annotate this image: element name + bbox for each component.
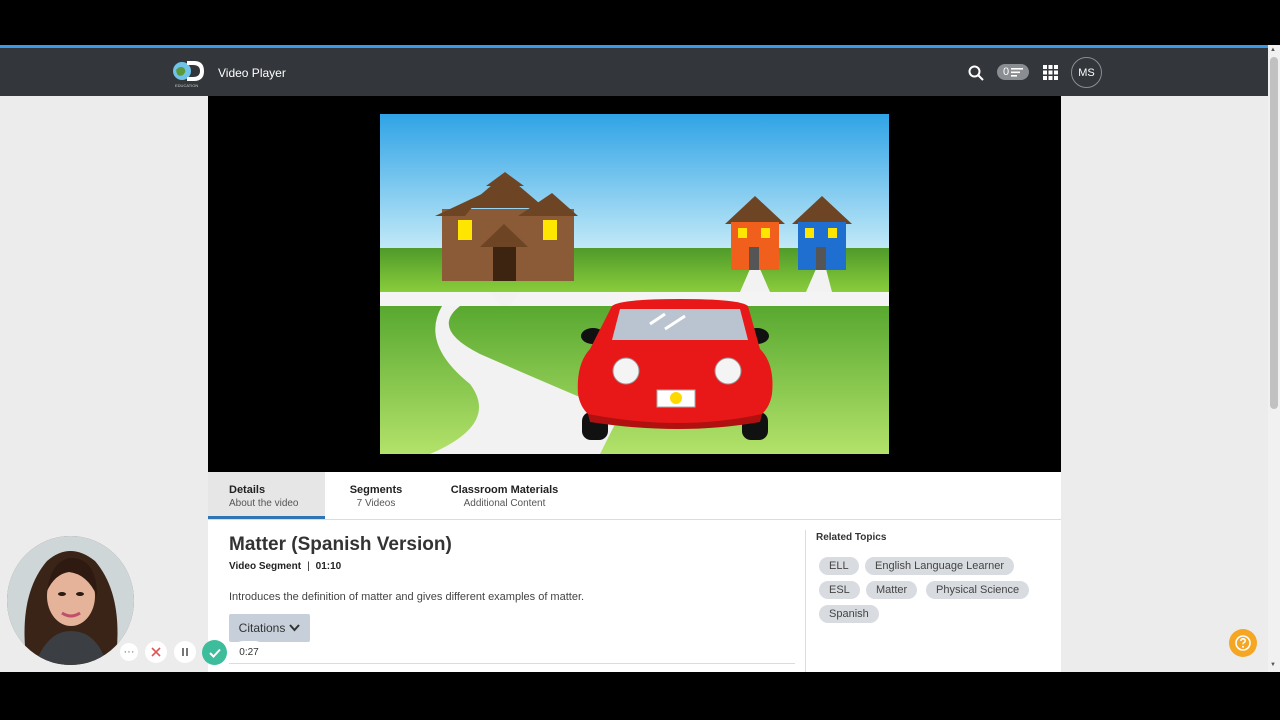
screen: EDUCATION Video Player 0 MS ▲ ▼ Details … bbox=[0, 0, 1280, 720]
scroll-down-icon[interactable]: ▼ bbox=[1270, 662, 1276, 668]
citations-label: Citations bbox=[238, 621, 286, 635]
topic-chip-spanish[interactable]: Spanish bbox=[819, 605, 879, 623]
more-options-button[interactable]: ··· bbox=[120, 643, 138, 661]
playlist-count: 0 bbox=[1002, 66, 1010, 78]
topic-chip-english-language-learner[interactable]: English Language Learner bbox=[865, 557, 1015, 575]
pause-recording-button[interactable] bbox=[174, 641, 196, 663]
tab-sublabel: About the video bbox=[229, 498, 299, 509]
apps-grid-icon[interactable] bbox=[1043, 65, 1058, 80]
cancel-recording-button[interactable] bbox=[145, 641, 167, 663]
svg-text:EDUCATION: EDUCATION bbox=[175, 83, 198, 88]
video-meta: Video Segment | 01:10 bbox=[229, 561, 341, 572]
tab-label: Classroom Materials bbox=[450, 484, 559, 496]
check-icon bbox=[208, 648, 221, 658]
close-icon bbox=[151, 647, 161, 657]
search-icon[interactable] bbox=[967, 64, 985, 82]
tabs-divider bbox=[208, 519, 1061, 520]
vertical-divider bbox=[805, 530, 806, 672]
question-icon bbox=[1235, 635, 1251, 651]
chevron-down-icon bbox=[289, 624, 301, 632]
user-avatar-button[interactable]: MS bbox=[1071, 57, 1102, 88]
video-title: Matter (Spanish Version) bbox=[229, 534, 452, 555]
meta-separator: | bbox=[307, 561, 310, 572]
pause-icon bbox=[182, 648, 188, 656]
recording-timer: 0:27 bbox=[232, 641, 266, 663]
citations-button[interactable]: Citations bbox=[229, 614, 310, 642]
video-frame[interactable] bbox=[380, 114, 889, 454]
help-button[interactable] bbox=[1229, 629, 1257, 657]
tab-sublabel: Additional Content bbox=[463, 498, 546, 509]
tab-details[interactable]: Details About the video bbox=[208, 472, 325, 520]
finish-recording-button[interactable] bbox=[202, 640, 227, 665]
tab-sublabel: 7 Videos bbox=[356, 498, 396, 509]
section-divider bbox=[229, 663, 795, 664]
playlist-button[interactable]: 0 bbox=[997, 64, 1029, 80]
discovery-education-logo[interactable]: EDUCATION bbox=[171, 58, 209, 88]
video-type: Video Segment bbox=[229, 561, 302, 572]
scroll-up-icon[interactable]: ▲ bbox=[1270, 47, 1276, 53]
topic-chip-physical-science[interactable]: Physical Science bbox=[926, 581, 1030, 599]
list-icon bbox=[1011, 67, 1024, 77]
topic-chip-esl[interactable]: ESL bbox=[819, 581, 860, 599]
tab-label: Segments bbox=[349, 484, 403, 496]
topic-chip-matter[interactable]: Matter bbox=[866, 581, 918, 599]
webcam-overlay bbox=[7, 536, 134, 665]
tab-label: Details bbox=[229, 484, 266, 496]
cartoon-scene-illustration bbox=[380, 114, 889, 454]
tab-classroom-materials[interactable]: Classroom Materials Additional Content bbox=[437, 472, 572, 520]
video-description: Introduces the definition of matter and … bbox=[229, 591, 585, 603]
topic-chip-ell[interactable]: ELL bbox=[819, 557, 859, 575]
related-topics-heading: Related Topics bbox=[816, 532, 887, 543]
scrollbar-thumb[interactable] bbox=[1270, 57, 1278, 409]
tab-segments[interactable]: Segments 7 Videos bbox=[337, 472, 415, 520]
app-title: Video Player bbox=[218, 66, 286, 80]
video-duration: 01:10 bbox=[315, 561, 342, 572]
presenter-portrait bbox=[7, 536, 134, 665]
